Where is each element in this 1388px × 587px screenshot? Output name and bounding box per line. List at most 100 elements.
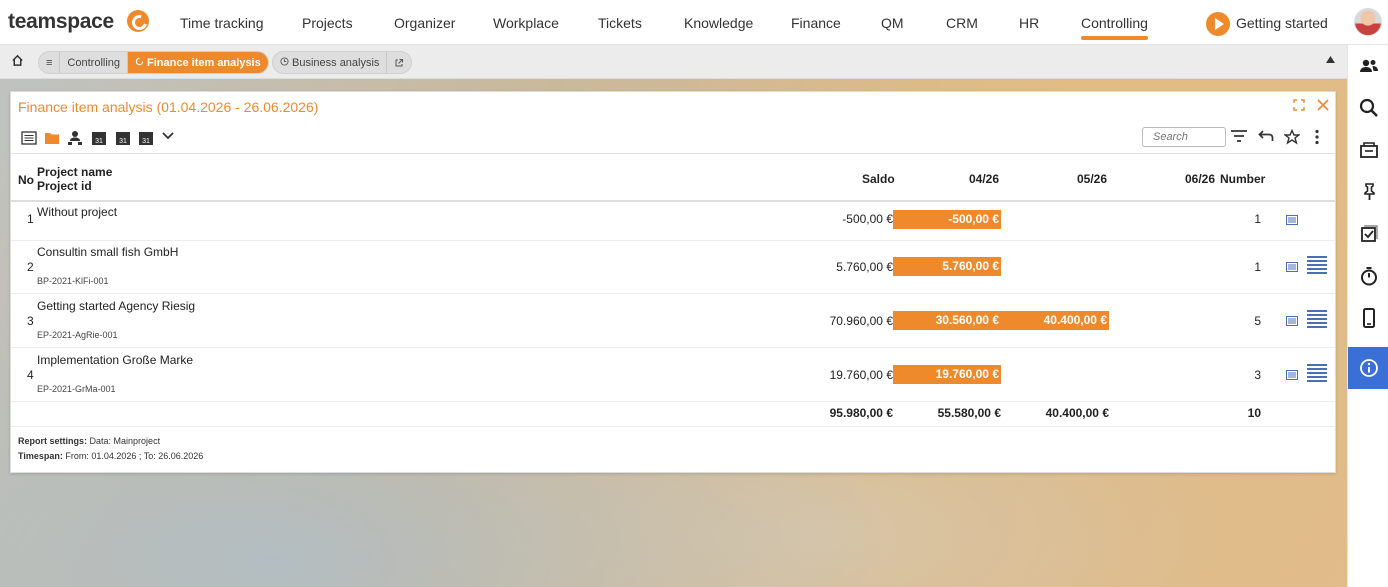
column-header-no[interactable]: No [18, 173, 34, 187]
nav-item-crm[interactable]: CRM [946, 15, 978, 31]
row-4-no: 4 [27, 368, 34, 382]
calendar-week-icon[interactable]: 31 [115, 130, 131, 146]
breadcrumb-path: ≡ Controlling Finance item analysis [38, 51, 269, 74]
collapse-icon[interactable] [1326, 55, 1335, 66]
header-divider [11, 200, 1335, 202]
row-4-list-icon[interactable] [1307, 364, 1327, 383]
total-05-26: 40.400,00 € [1045, 406, 1109, 420]
total-number: 10 [1247, 406, 1261, 420]
column-header-project-name[interactable]: Project name [37, 165, 112, 179]
column-header-saldo[interactable]: Saldo [862, 172, 895, 186]
row-3-04-26-bar: 30.560,00 € [893, 311, 1001, 330]
totals-divider [11, 426, 1335, 427]
avatar[interactable] [1354, 8, 1382, 36]
row-3-project-id: EP-2021-AgRie-001 [37, 330, 118, 340]
column-header-project-id[interactable]: Project id [37, 179, 92, 193]
breadcrumb-finance-item-analysis[interactable]: Finance item analysis [128, 52, 268, 73]
nav-item-tickets[interactable]: Tickets [598, 15, 642, 31]
column-header-06-26[interactable]: 06/26 [1185, 172, 1215, 186]
nav-item-finance[interactable]: Finance [791, 15, 841, 31]
nav-item-controlling[interactable]: Controlling [1081, 15, 1148, 40]
row-3-saldo: 70.960,00 € [829, 314, 893, 328]
nav-item-hr[interactable]: HR [1019, 15, 1039, 31]
toolbar-divider [11, 153, 1335, 154]
breadcrumb-business-analysis[interactable]: Business analysis [273, 52, 388, 73]
row-4-04-26-bar: 19.760,00 € [893, 365, 1001, 384]
list-view-icon[interactable] [21, 130, 37, 146]
row-4-number: 3 [1254, 368, 1261, 382]
svg-text:31: 31 [119, 138, 127, 145]
nav-item-time-tracking[interactable]: Time tracking [180, 15, 264, 31]
calendar-day-icon[interactable]: 31 [91, 130, 107, 146]
row-4-project-name[interactable]: Implementation Große Marke [37, 353, 193, 367]
home-icon[interactable] [11, 54, 24, 70]
getting-started-link[interactable]: Getting started [1236, 15, 1328, 31]
nav-item-qm[interactable]: QM [881, 15, 904, 31]
org-chart-icon[interactable] [67, 130, 83, 146]
star-icon[interactable] [1283, 128, 1301, 149]
breadcrumb-business-analysis-label: Business analysis [292, 56, 380, 69]
users-icon[interactable] [1348, 45, 1388, 87]
breadcrumb-controlling[interactable]: Controlling [60, 52, 129, 73]
report-settings-label: Report settings: [18, 436, 88, 446]
top-navigation: teamspace Time tracking Projects Organiz… [0, 0, 1388, 45]
maximize-icon[interactable] [1293, 98, 1305, 115]
filter-icon[interactable] [1230, 129, 1248, 147]
row-divider [11, 240, 1335, 241]
report-settings: Report settings: Data: Mainproject [18, 436, 160, 446]
row-2-project-id: BP-2021-KlFi-001 [37, 276, 109, 286]
calendar-month-icon[interactable]: 31 [138, 130, 154, 146]
row-4-details-icon[interactable] [1286, 369, 1298, 380]
panel-title: Finance item analysis (01.04.2026 - 26.0… [18, 99, 319, 115]
column-header-04-26[interactable]: 04/26 [969, 172, 999, 186]
pin-icon[interactable] [1348, 171, 1388, 213]
column-header-05-26[interactable]: 05/26 [1077, 172, 1107, 186]
search-icon[interactable] [1348, 87, 1388, 129]
row-2-saldo: 5.760,00 € [836, 260, 893, 274]
right-sidebar [1347, 45, 1388, 587]
play-icon[interactable] [1206, 12, 1230, 36]
row-3-project-name[interactable]: Getting started Agency Riesig [37, 299, 195, 313]
close-icon[interactable] [1317, 98, 1329, 115]
nav-item-projects[interactable]: Projects [302, 15, 353, 31]
row-1-details-icon[interactable] [1286, 214, 1298, 225]
inbox-icon[interactable] [1348, 129, 1388, 171]
report-settings-value: Data: Mainproject [89, 436, 161, 446]
info-icon[interactable] [1348, 347, 1388, 389]
nav-item-knowledge[interactable]: Knowledge [684, 15, 753, 31]
row-4-project-id: EP-2021-GrMa-001 [37, 384, 116, 394]
row-2-no: 2 [27, 260, 34, 274]
stopwatch-icon[interactable] [1348, 255, 1388, 297]
row-2-details-icon[interactable] [1286, 261, 1298, 272]
nav-item-organizer[interactable]: Organizer [394, 15, 455, 31]
more-vertical-icon[interactable] [1311, 129, 1323, 149]
row-3-details-icon[interactable] [1286, 315, 1298, 326]
row-divider [11, 293, 1335, 294]
menu-icon[interactable]: ≡ [39, 52, 61, 73]
breadcrumb-business-analysis-group: Business analysis [272, 51, 413, 74]
row-3-05-26-bar: 40.400,00 € [1001, 311, 1109, 330]
row-4-saldo: 19.760,00 € [829, 368, 893, 382]
clock-icon [280, 56, 289, 69]
undo-icon[interactable] [1258, 129, 1274, 147]
row-divider [11, 347, 1335, 348]
chevron-down-icon[interactable] [161, 130, 177, 146]
search-input[interactable] [1142, 127, 1226, 147]
column-header-number[interactable]: Number [1220, 172, 1265, 186]
timespan-value: From: 01.04.2026 ; To: 26.06.2026 [65, 451, 204, 461]
logo[interactable]: teamspace [8, 10, 114, 34]
mobile-icon[interactable] [1348, 297, 1388, 339]
folder-icon[interactable] [44, 130, 60, 146]
row-2-project-name[interactable]: Consultin small fish GmbH [37, 245, 178, 259]
task-check-icon[interactable] [1348, 213, 1388, 255]
open-external-icon[interactable] [387, 52, 411, 73]
row-3-list-icon[interactable] [1307, 310, 1327, 329]
row-1-saldo: -500,00 € [842, 212, 893, 226]
total-saldo: 95.980,00 € [829, 406, 893, 420]
row-1-project-name[interactable]: Without project [37, 205, 117, 219]
logo-mark-icon[interactable] [127, 10, 149, 32]
nav-item-workplace[interactable]: Workplace [493, 15, 559, 31]
finance-item-analysis-panel: Finance item analysis (01.04.2026 - 26.0… [10, 91, 1336, 473]
row-2-list-icon[interactable] [1307, 256, 1327, 275]
svg-text:31: 31 [142, 138, 150, 145]
